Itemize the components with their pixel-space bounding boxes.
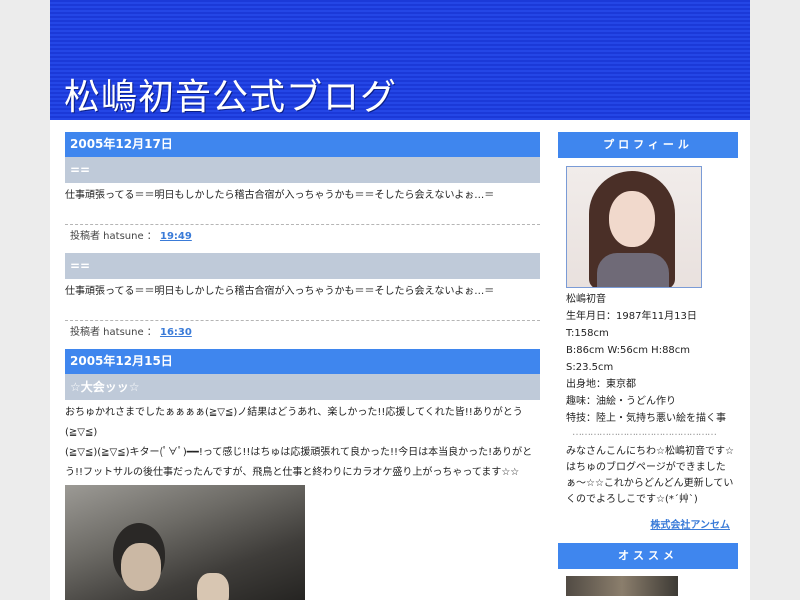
blog-entry: ☆大会ッッ☆ おちゅかれさまでしたぁぁぁぁ(≧▽≦)ノ結果はどうあれ、楽しかった… <box>65 374 540 600</box>
profile-separator: ………………………………………… <box>572 427 717 438</box>
recommend-heading: オススメ <box>558 543 738 569</box>
author-label: 投稿者 hatsune ： <box>70 231 157 242</box>
entry-title[interactable]: ☆大会ッッ☆ <box>65 374 540 400</box>
entry-text: 仕事頑張ってる＝＝明日もしかしたら稽古合宿が入っちゃうかも＝＝そしたら会えないよ… <box>65 286 495 297</box>
entry-text: 仕事頑張ってる＝＝明日もしかしたら稽古合宿が入っちゃうかも＝＝そしたら会えないよ… <box>65 190 495 201</box>
photo-figure-face <box>121 543 161 591</box>
entry-body: 仕事頑張ってる＝＝明日もしかしたら稽古合宿が入っちゃうかも＝＝そしたら会えないよ… <box>65 279 540 302</box>
profile-link-container: 株式会社アンセム <box>558 508 738 531</box>
company-link[interactable]: 株式会社アンセム <box>650 520 730 531</box>
entry-title[interactable]: == <box>65 253 540 279</box>
profile-name: 松嶋初音 <box>566 294 606 305</box>
entry-body: おちゅかれさまでしたぁぁぁぁ(≧▽≦)ノ結果はどうあれ、楽しかった!!応援してく… <box>65 400 540 483</box>
author-label: 投稿者 hatsune ： <box>70 327 157 338</box>
entry-text: (≧▽≦)(≧▽≦)キター(ﾟ∀ﾟ)━━!って感じ!!はちゅは応援頑張れて良かっ… <box>65 447 533 458</box>
date-header: 2005年12月15日 <box>65 349 540 374</box>
blog-entry: == 仕事頑張ってる＝＝明日もしかしたら稽古合宿が入っちゃうかも＝＝そしたら会え… <box>65 157 540 253</box>
page: 松嶋初音公式ブログ 2005年12月17日 == 仕事頑張ってる＝＝明日もしかし… <box>50 0 750 600</box>
sidebar: プロフィール 松嶋初音 生年月日：1987年11月13日 T:158cm B:8… <box>558 132 738 596</box>
entry-footer: 投稿者 hatsune ： 19:49 <box>65 224 540 253</box>
entry-text: う!!フットサルの後仕事だったんですが、飛鳥と仕事と終わりにカラオケ盛り上がっち… <box>65 467 520 478</box>
date-header: 2005年12月17日 <box>65 132 540 157</box>
profile-message: みなさんこんにちわ☆松嶋初音です☆はちゅのブログページができましたぁ～☆☆これか… <box>566 446 734 505</box>
blog-title[interactable]: 松嶋初音公式ブログ <box>64 68 397 120</box>
profile-birthday: 生年月日：1987年11月13日 <box>566 311 697 322</box>
blog-banner[interactable]: 松嶋初音公式ブログ <box>50 0 750 120</box>
profile-skill: 特技：陸上・気持ち悪い絵を描く事 <box>566 413 726 424</box>
permalink-time[interactable]: 16:30 <box>160 327 192 338</box>
profile-photo-face <box>609 191 655 247</box>
profile-height: T:158cm <box>566 328 609 339</box>
permalink-time[interactable]: 19:49 <box>160 231 192 242</box>
main-column: 2005年12月17日 == 仕事頑張ってる＝＝明日もしかしたら稽古合宿が入っち… <box>65 132 540 600</box>
entry-text: おちゅかれさまでしたぁぁぁぁ(≧▽≦)ノ結果はどうあれ、楽しかった!!応援してく… <box>65 407 523 438</box>
profile-shoe-size: S:23.5cm <box>566 362 614 373</box>
profile-heading: プロフィール <box>558 132 738 158</box>
profile-photo-shirt <box>597 253 669 287</box>
profile-hobby: 趣味：油絵・うどん作り <box>566 396 676 407</box>
profile-measurements: B:86cm W:56cm H:88cm <box>566 345 691 356</box>
entry-footer: 投稿者 hatsune ： 16:30 <box>65 320 540 349</box>
profile-hometown: 出身地：東京都 <box>566 379 636 390</box>
profile-photo <box>566 166 702 288</box>
entry-title[interactable]: == <box>65 157 540 183</box>
entry-photo[interactable] <box>65 485 305 600</box>
photo-peace-hand <box>197 573 229 600</box>
profile-info: 松嶋初音 生年月日：1987年11月13日 T:158cm B:86cm W:5… <box>558 288 738 427</box>
entry-body: 仕事頑張ってる＝＝明日もしかしたら稽古合宿が入っちゃうかも＝＝そしたら会えないよ… <box>65 183 540 206</box>
recommend-thumbnail[interactable] <box>566 576 678 596</box>
blog-entry: == 仕事頑張ってる＝＝明日もしかしたら稽古合宿が入っちゃうかも＝＝そしたら会え… <box>65 253 540 349</box>
